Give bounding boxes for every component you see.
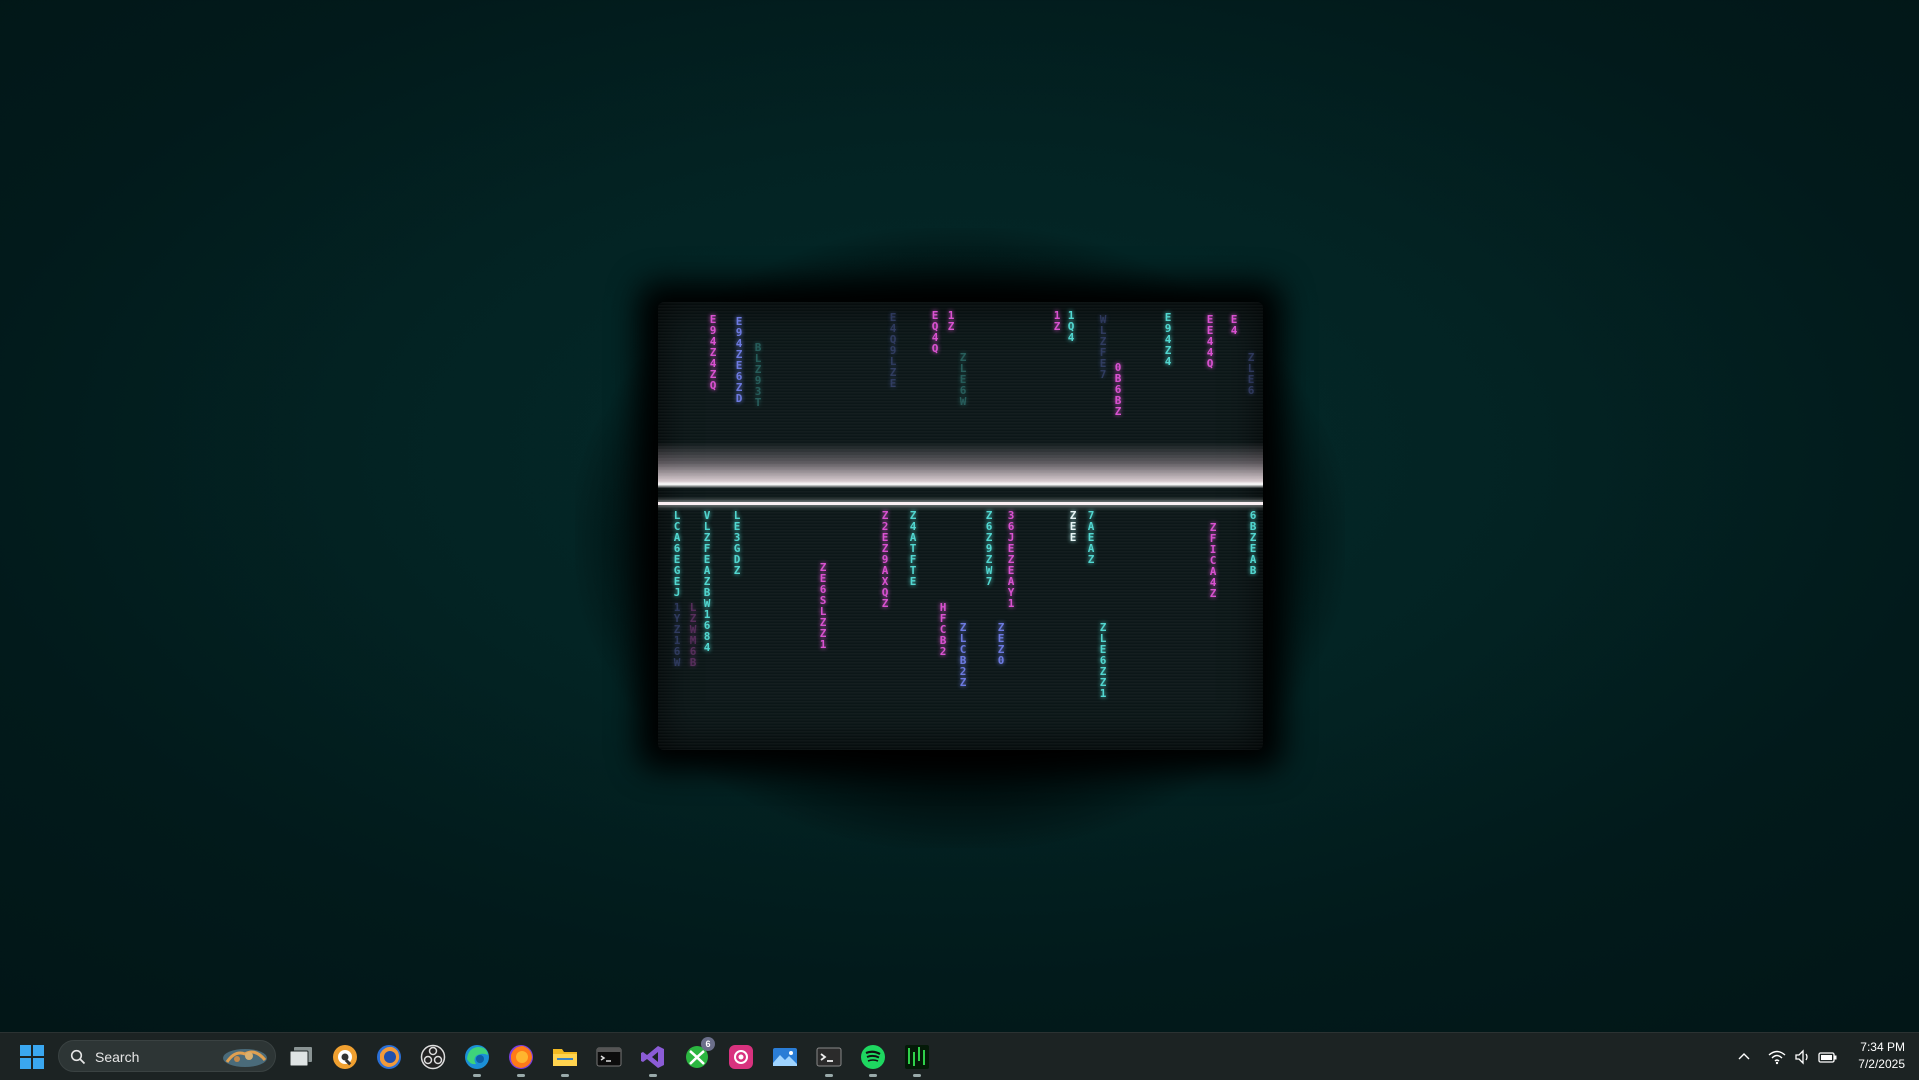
scanlines-overlay	[658, 302, 1263, 750]
wifi-icon[interactable]	[1768, 1049, 1786, 1065]
running-indicator	[913, 1074, 921, 1077]
search-icon	[70, 1049, 86, 1065]
taskbar-app-obs[interactable]	[417, 1041, 449, 1073]
taskbar-app-xbox[interactable]: 6	[681, 1037, 715, 1073]
obs-icon	[420, 1044, 446, 1070]
desktop: E 9 4 Z 4 Z Q E 9 4 Z E 6 Z D B L Z 9 3 …	[0, 0, 1919, 1032]
folder-icon	[553, 1049, 577, 1066]
running-indicator	[869, 1074, 877, 1077]
taskbar-app-threads[interactable]	[725, 1041, 757, 1073]
taskbar-app-file-explorer[interactable]	[549, 1041, 581, 1077]
taskbar-app-visual-studio[interactable]	[637, 1041, 669, 1077]
firefox-icon	[509, 1045, 533, 1069]
photos-icon	[773, 1048, 797, 1066]
audio-app-icon	[333, 1045, 357, 1069]
clock[interactable]: 7:34 PM 7/2/2025	[1858, 1039, 1905, 1073]
search-input[interactable]: Search	[58, 1040, 276, 1072]
firefox-developer-icon	[377, 1045, 401, 1069]
clock-date: 7/2/2025	[1858, 1057, 1905, 1071]
system-tray	[1736, 1033, 1838, 1080]
volume-icon[interactable]	[1794, 1048, 1812, 1065]
running-indicator	[561, 1074, 569, 1077]
taskbar-app-terminal[interactable]	[813, 1041, 845, 1077]
clock-time: 7:34 PM	[1860, 1040, 1905, 1054]
running-indicator	[473, 1074, 481, 1077]
chevron-up-icon[interactable]	[1736, 1049, 1752, 1065]
running-indicator	[517, 1074, 525, 1077]
taskbar-app-audio[interactable]	[329, 1041, 361, 1073]
taskbar-app-photos[interactable]	[769, 1041, 801, 1073]
taskbar-app-firefox[interactable]	[505, 1041, 537, 1077]
start-button[interactable]	[16, 1041, 48, 1073]
threads-icon	[729, 1045, 753, 1069]
taskbar-app-matrix[interactable]	[901, 1041, 933, 1077]
matrix-app-icon	[905, 1045, 929, 1069]
windows-logo-icon	[20, 1045, 44, 1069]
visual-studio-icon	[641, 1046, 664, 1068]
terminal-icon	[816, 1047, 842, 1067]
task-view-button[interactable]	[285, 1041, 317, 1073]
task-view-icon	[289, 1047, 312, 1067]
taskbar-app-firefox-dev[interactable]	[373, 1041, 405, 1073]
taskbar: Search 6 7:34 PM 7/2/2025	[0, 1032, 1919, 1080]
running-indicator	[825, 1074, 833, 1077]
notification-badge: 6	[701, 1037, 715, 1051]
search-placeholder: Search	[95, 1049, 140, 1065]
taskbar-app-edge[interactable]	[461, 1041, 493, 1077]
search-highlight-icon	[223, 1049, 267, 1067]
command-prompt-icon	[596, 1047, 622, 1067]
running-indicator	[649, 1074, 657, 1077]
battery-icon[interactable]	[1818, 1049, 1838, 1065]
spotify-icon	[861, 1045, 885, 1069]
matrix-crt-wallpaper: E 9 4 Z 4 Z Q E 9 4 Z E 6 Z D B L Z 9 3 …	[658, 302, 1263, 750]
taskbar-app-command-prompt[interactable]	[593, 1041, 625, 1073]
taskbar-app-spotify[interactable]	[857, 1041, 889, 1077]
edge-icon	[465, 1045, 489, 1069]
